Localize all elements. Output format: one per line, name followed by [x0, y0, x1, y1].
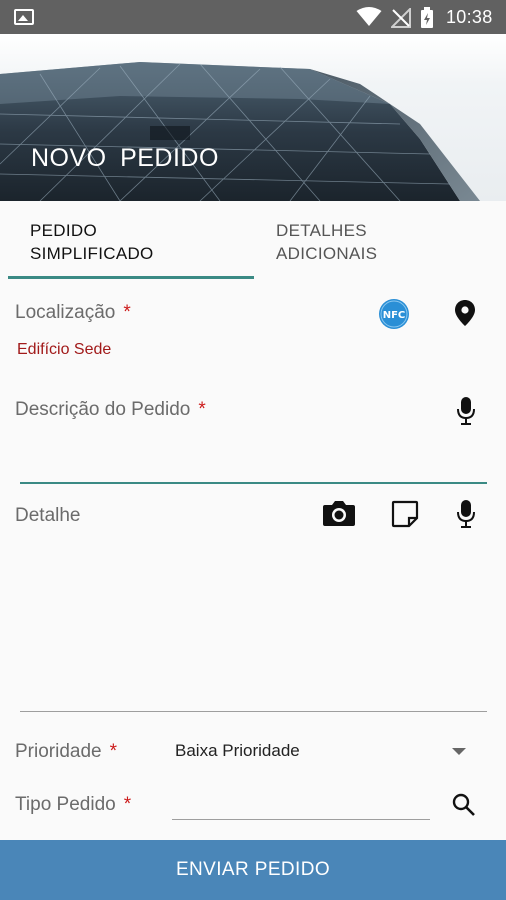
status-bar: 10:38 — [0, 0, 506, 34]
chevron-down-icon[interactable] — [452, 748, 466, 755]
tipo-pedido-label: Tipo Pedido * — [15, 794, 131, 816]
wifi-icon — [356, 7, 382, 26]
battery-charging-icon — [421, 7, 433, 28]
tab-label-line1: DETALHES — [276, 221, 367, 240]
camera-icon[interactable] — [322, 499, 356, 527]
detalhe-underline — [20, 711, 487, 712]
prioridade-label-text: Prioridade — [15, 741, 102, 762]
tab-label-line1: PEDIDO — [30, 221, 97, 240]
location-pin-icon[interactable] — [454, 299, 476, 327]
microphone-icon[interactable] — [456, 499, 476, 529]
page-title: NOVO PEDIDO — [31, 144, 219, 172]
tipo-pedido-label-text: Tipo Pedido — [15, 794, 116, 815]
microphone-icon[interactable] — [456, 396, 476, 426]
status-time: 10:38 — [446, 7, 493, 27]
tipo-pedido-input[interactable] — [172, 790, 430, 820]
required-mark: * — [123, 302, 131, 323]
building-image — [0, 62, 480, 201]
nfc-icon[interactable]: NFC — [378, 298, 410, 330]
descricao-label-text: Descrição do Pedido — [15, 399, 191, 420]
prioridade-label: Prioridade * — [15, 741, 117, 763]
tab-pedido-simplificado[interactable]: PEDIDO SIMPLIFICADO — [30, 219, 154, 265]
tab-label-line2: ADICIONAIS — [276, 244, 378, 263]
tipo-pedido-underline — [172, 819, 430, 820]
no-signal-icon — [391, 8, 411, 28]
localizacao-label: Localização * — [15, 302, 131, 324]
descricao-label: Descrição do Pedido * — [15, 399, 206, 421]
tab-detalhes-adicionais[interactable]: DETALHES ADICIONAIS — [276, 219, 377, 265]
required-mark: * — [109, 741, 118, 762]
image-icon — [14, 9, 34, 25]
search-icon[interactable] — [452, 793, 476, 817]
header-banner: NOVO PEDIDO — [0, 34, 506, 201]
prioridade-selected-value: Baixa Prioridade — [175, 741, 300, 760]
note-icon[interactable] — [391, 500, 419, 528]
descricao-underline — [20, 482, 487, 484]
localizacao-value[interactable]: Edifício Sede — [17, 341, 111, 359]
required-mark: * — [123, 794, 132, 815]
localizacao-label-text: Localização — [15, 302, 116, 323]
tab-indicator — [8, 276, 254, 279]
submit-button[interactable]: ENVIAR PEDIDO — [0, 840, 506, 900]
detalhe-input[interactable] — [15, 540, 485, 705]
nfc-badge-text: NFC — [383, 310, 406, 321]
tab-bar: PEDIDO SIMPLIFICADO DETALHES ADICIONAIS — [0, 201, 506, 281]
required-mark: * — [198, 399, 206, 420]
tab-label-line2: SIMPLIFICADO — [30, 244, 154, 263]
detalhe-label: Detalhe — [15, 505, 81, 526]
descricao-input[interactable] — [15, 430, 445, 480]
